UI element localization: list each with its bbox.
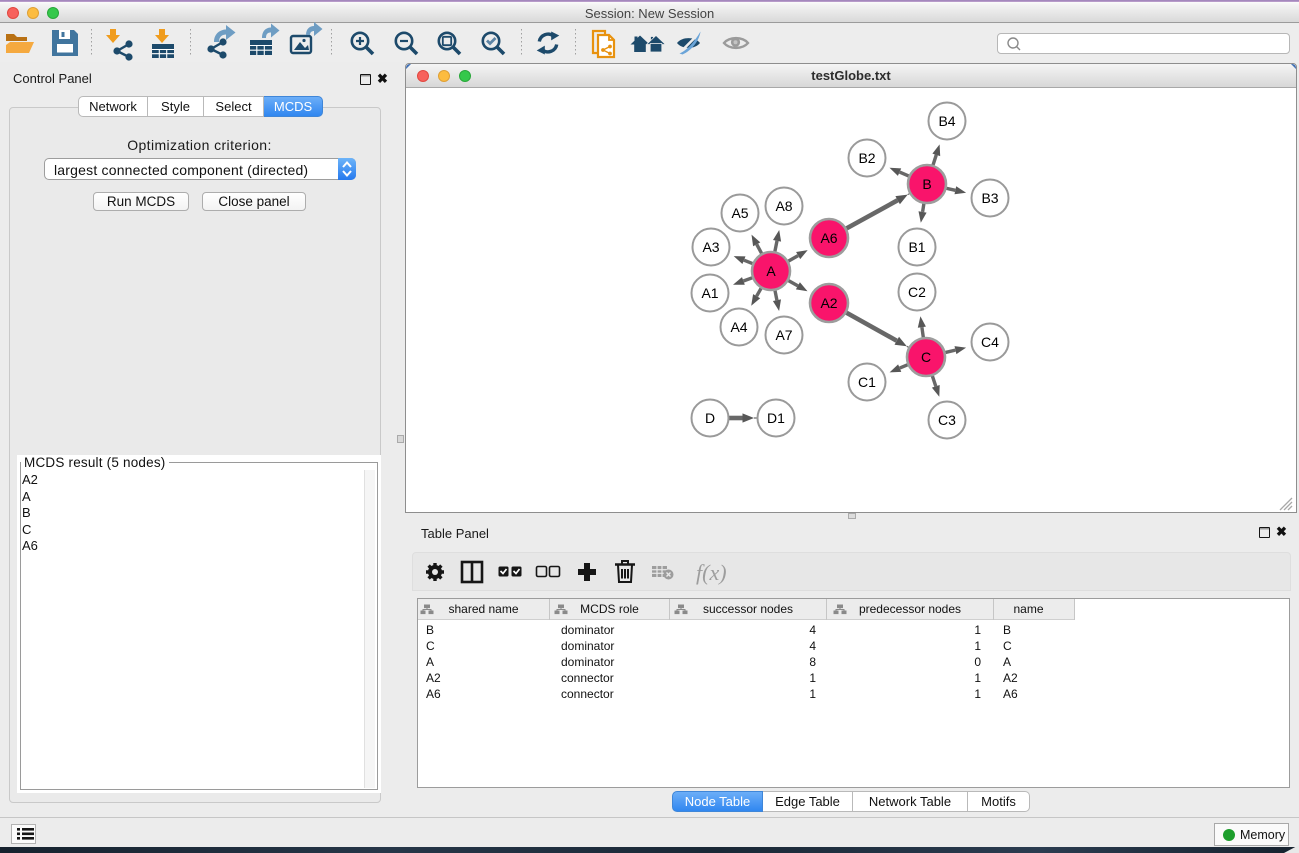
svg-text:B3: B3 (981, 190, 998, 206)
svg-text:C3: C3 (938, 412, 956, 428)
svg-text:A7: A7 (775, 327, 792, 343)
svg-text:A8: A8 (775, 198, 792, 214)
svg-text:A: A (766, 263, 776, 279)
svg-text:A3: A3 (702, 239, 719, 255)
svg-text:A2: A2 (820, 295, 837, 311)
svg-text:C1: C1 (858, 374, 876, 390)
svg-text:A1: A1 (701, 285, 718, 301)
svg-text:A4: A4 (730, 319, 747, 335)
svg-text:f(x): f(x) (696, 560, 727, 585)
svg-text:C2: C2 (908, 284, 926, 300)
svg-text:A6: A6 (820, 230, 837, 246)
svg-text:C: C (921, 349, 931, 365)
svg-text:B2: B2 (858, 150, 875, 166)
svg-text:A5: A5 (731, 205, 748, 221)
svg-text:D: D (705, 410, 715, 426)
svg-text:B: B (922, 176, 931, 192)
svg-text:B1: B1 (908, 239, 925, 255)
svg-text:B4: B4 (938, 113, 955, 129)
svg-text:D1: D1 (767, 410, 785, 426)
svg-text:C4: C4 (981, 334, 999, 350)
